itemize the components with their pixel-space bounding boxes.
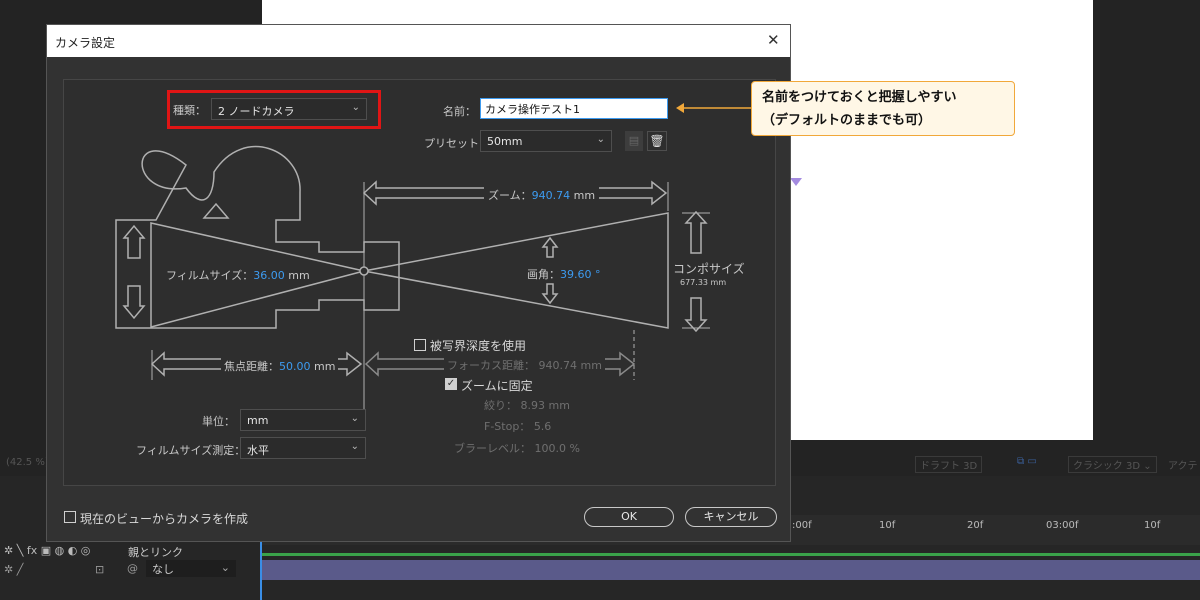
ruler-tick-label: :00f [792, 520, 812, 531]
units-dropdown[interactable]: mm ⌄ [240, 409, 366, 431]
renderer-label: クラシック 3D [1073, 461, 1141, 472]
close-icon[interactable]: ✕ [767, 31, 780, 49]
measure-dropdown[interactable]: 水平 ⌄ [240, 437, 366, 459]
zoom-unit: mm [573, 189, 596, 202]
blur-label: ブラーレベル： [454, 442, 531, 455]
measure-value: 水平 [247, 444, 269, 457]
draft-3d-label: ドラフト 3D [920, 461, 978, 472]
film-size-unit: mm [288, 269, 310, 282]
fstop-value: 5.6 [533, 420, 552, 433]
lock-zoom-checkbox[interactable]: ✓ [445, 378, 457, 390]
zoom-readout: ズーム：940.74 mm [484, 187, 600, 203]
blur-readout: ブラーレベル： 100.0 % [454, 440, 580, 456]
measure-label: フィルムサイズ測定： [136, 444, 246, 457]
focal-unit: mm [314, 360, 336, 373]
focus-distance-readout: フォーカス距離： 940.74 mm [444, 357, 605, 373]
ok-button[interactable]: OK [584, 507, 674, 527]
parent-dropdown[interactable]: なし ⌄ [146, 560, 236, 577]
layer-track[interactable] [262, 560, 1200, 580]
fstop-readout: F-Stop： 5.6 [484, 418, 551, 434]
focal-value[interactable]: 50.00 [279, 360, 311, 373]
lock-zoom-label: ズームに固定 [461, 379, 533, 393]
callout-arrow [676, 103, 751, 113]
name-label: 名前： [443, 105, 476, 118]
chevron-down-icon: ⌄ [350, 441, 359, 452]
units-label: 単位： [202, 415, 235, 428]
preset-dropdown[interactable]: 50mm ⌄ [480, 130, 612, 152]
dialog-titlebar[interactable]: カメラ設定 ✕ [47, 25, 790, 57]
ruler-tick-label: 10f [1144, 520, 1161, 531]
chevron-down-icon: ⌄ [350, 413, 359, 424]
focus-distance-value: 940.74 mm [538, 359, 602, 372]
name-input[interactable] [480, 98, 668, 119]
angle-readout: 画角：39.60 ° [525, 266, 603, 282]
parent-link-header: 親とリンク [128, 546, 183, 559]
up-arrow-right [541, 236, 559, 258]
layer-switch-icons[interactable]: ✲ ╱ [4, 563, 23, 576]
zoom-readout[interactable]: (42.5 %) [6, 457, 49, 468]
angle-value[interactable]: 39.60 [560, 268, 592, 281]
down-arrow-right [541, 283, 559, 305]
fstop-label: F-Stop： [484, 420, 531, 433]
aperture-value: 8.93 mm [520, 399, 570, 412]
camera-diagram [115, 145, 710, 420]
units-value: mm [247, 414, 269, 427]
annotation-callout: 名前をつけておくと把握しやすい （デフォルトのままでも可） [751, 81, 1015, 136]
lens-node-icon [359, 266, 369, 276]
angle-label: 画角： [527, 268, 560, 281]
film-size-readout: フィルムサイズ：36.00 mm [164, 267, 312, 283]
dialog-title: カメラ設定 [55, 36, 116, 50]
renderer-dropdown[interactable]: クラシック 3D ⌄ [1068, 456, 1157, 473]
zoom-value[interactable]: 940.74 [532, 189, 571, 202]
active-camera-dropdown[interactable]: アクテ [1168, 457, 1198, 472]
comp-down-arrow [684, 297, 708, 333]
comp-size-value: 677.33 mm [680, 278, 727, 287]
chevron-down-icon: ⌄ [220, 561, 230, 574]
ruler-tick-label: 03:00f [1046, 520, 1079, 531]
create-from-view-checkbox[interactable] [64, 511, 76, 523]
settings-panel: ズーム：940.74 mm フィルムサイズ：36.00 mm 画角：39.60 … [63, 79, 776, 486]
comp-size-label: コンポサイズ [673, 262, 745, 276]
3d-layer-icon[interactable]: ⊡ [95, 563, 104, 576]
save-preset-icon[interactable]: ▤ [625, 131, 643, 151]
focus-distance-label: フォーカス距離： [447, 359, 535, 372]
delete-preset-icon[interactable]: 🗑 [647, 131, 667, 151]
film-size-label: フィルムサイズ： [166, 269, 254, 282]
view-layout-icon[interactable]: ⧉ ▭ [1017, 456, 1037, 467]
camera-triangle-icon [202, 202, 230, 219]
aperture-label: 絞り： [484, 399, 517, 412]
dof-label: 被写界深度を使用 [430, 339, 527, 353]
type-highlight-box [167, 90, 381, 129]
blur-value: 100.0 % [534, 442, 580, 455]
camera-marker-icon [790, 178, 802, 186]
cancel-button[interactable]: キャンセル [685, 507, 777, 527]
callout-arrow-head [676, 103, 684, 113]
chevron-down-icon: ⌄ [596, 134, 605, 145]
callout-line-2: （デフォルトのままでも可） [762, 113, 932, 128]
callout-line-1: 名前をつけておくと把握しやすい [762, 90, 957, 105]
work-area-bar[interactable] [262, 553, 1200, 556]
pickwhip-icon[interactable]: @ [127, 562, 138, 575]
comp-up-arrow [684, 210, 708, 254]
down-arrow-left [122, 285, 146, 320]
switch-icons: ✲ ╲ fx ▣ ◍ ◐ ◎ [4, 544, 91, 557]
aperture-readout: 絞り： 8.93 mm [484, 397, 570, 413]
ruler-tick-label: 10f [879, 520, 896, 531]
dof-checkbox[interactable] [414, 339, 426, 351]
focal-readout: 焦点距離：50.00 mm [221, 358, 339, 374]
ruler-tick-label: 20f [967, 520, 984, 531]
draft-3d-button[interactable]: ドラフト 3D [915, 456, 983, 473]
parent-value: なし [152, 563, 174, 576]
camera-body-outline [115, 145, 400, 329]
film-size-value[interactable]: 36.00 [253, 269, 285, 282]
create-from-view-label: 現在のビューからカメラを作成 [80, 512, 249, 526]
view-cone [363, 212, 669, 329]
zoom-label: ズーム： [488, 189, 532, 202]
up-arrow-left [122, 224, 146, 259]
focal-label: 焦点距離： [224, 360, 279, 373]
preset-value: 50mm [487, 135, 523, 148]
angle-unit: ° [595, 268, 601, 281]
layer-switches-panel: ✲ ╲ fx ▣ ◍ ◐ ◎ 親とリンク ✲ ╱ ⊡ @ なし ⌄ [0, 540, 262, 600]
